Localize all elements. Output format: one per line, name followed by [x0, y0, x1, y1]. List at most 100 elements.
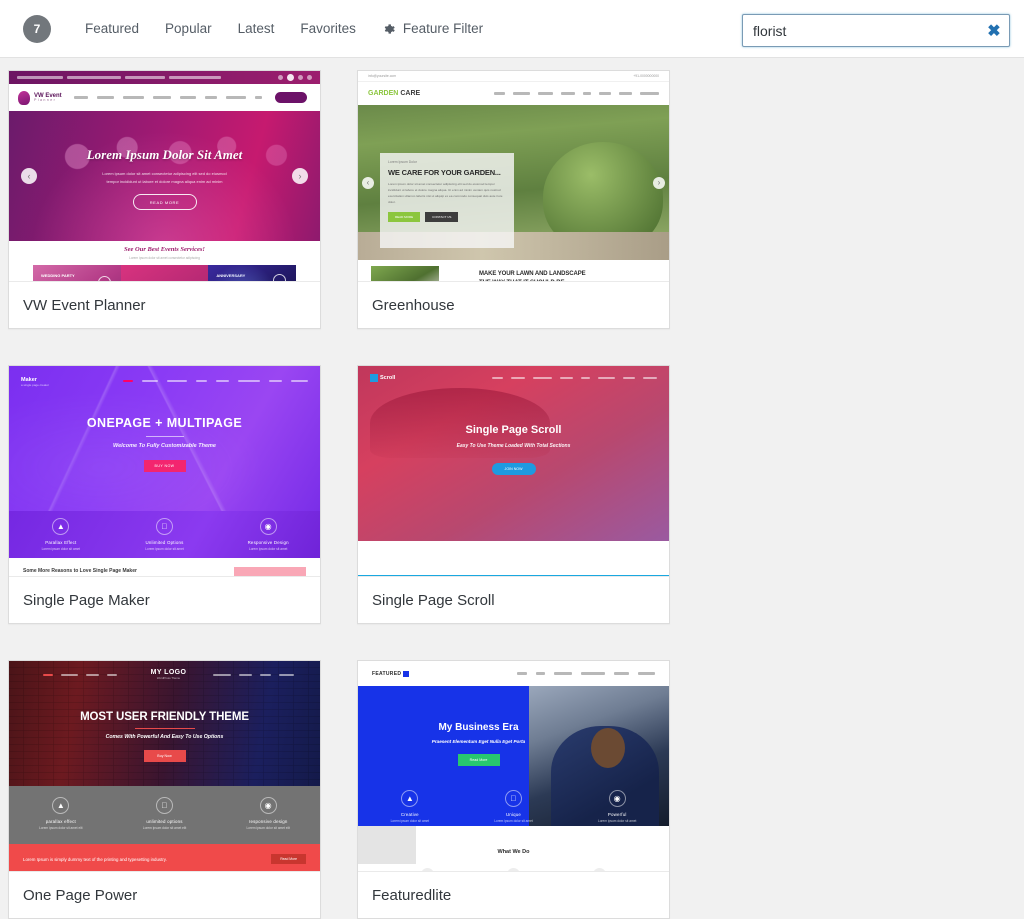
- header-email: info@yoursite.com: [368, 74, 397, 78]
- theme-card[interactable]: FEATURED My Business Era Praesent Elemen…: [357, 660, 670, 919]
- feature-name: Unique: [505, 812, 522, 818]
- hero-title: MOST USER FRIENDLY THEME: [80, 710, 249, 723]
- hero-secondary-button[interactable]: CONTACT US: [425, 211, 459, 222]
- services-tiles: WEDDING PARTY 15 BIRTHDAY PARTY ANNIVERS…: [9, 265, 320, 281]
- cta-bar-button[interactable]: Read More: [271, 854, 306, 864]
- tab-popular[interactable]: Popular: [165, 21, 212, 36]
- hero-title: WE CARE FOR YOUR GARDEN...: [388, 168, 501, 177]
- theme-card[interactable]: info@yoursite.com +91-0000000000 GARDEN …: [357, 70, 670, 329]
- search-input[interactable]: [743, 22, 979, 39]
- hero-cta-button[interactable]: Buy Now: [157, 754, 171, 758]
- feature-filter-button[interactable]: Feature Filter: [382, 21, 483, 36]
- gear-icon: [382, 22, 396, 36]
- feature-desc: Lorem ipsum dolor sit amet elit: [39, 826, 83, 830]
- feature-name: Parallax Effect: [394, 567, 426, 572]
- tab-favorites[interactable]: Favorites: [300, 21, 356, 36]
- hero-cta-button[interactable]: Read More: [470, 758, 488, 762]
- site-hero: Lorem Ipsum Dolor WE CARE FOR YOUR GARDE…: [358, 105, 669, 260]
- site-section: MAKE YOUR LAWN AND LANDSCAPE THE WAY THA…: [358, 260, 669, 281]
- site-logo: Scroll: [380, 375, 396, 381]
- search-box[interactable]: ✖: [742, 14, 1010, 47]
- theme-screenshot: info@yoursite.com +91-0000000000 GARDEN …: [358, 71, 669, 281]
- hero-eyebrow: Lorem Ipsum Dolor: [388, 160, 417, 164]
- site-topbar: [9, 71, 320, 84]
- site-header: VW Event Planner: [9, 84, 320, 111]
- carousel-next-icon[interactable]: ›: [653, 176, 665, 189]
- feature-item: ▲ Parallax Effect Lorem ipsum dolor sit …: [9, 518, 113, 558]
- feature-desc: Lorem ipsum dolor sit amet elit: [142, 826, 187, 830]
- site-logo: GARDEN: [368, 90, 399, 97]
- section-title-line2: THE WAY THAT IT SHOULD BE: [479, 279, 586, 281]
- theme-card[interactable]: VW Event Planner Lorem Ipsum Dolor Sit A…: [8, 70, 321, 329]
- band-placeholder: [234, 566, 306, 576]
- site-hero: MY LOGO WordPress Theme MOST USER FRIEND…: [9, 661, 320, 786]
- theme-title-bar: Featuredlite: [358, 871, 669, 918]
- site-logo-sub: a single page creator: [21, 383, 50, 388]
- carousel-prev-icon[interactable]: ‹: [362, 176, 374, 189]
- feature-name: Parallax Effect: [45, 540, 77, 545]
- theme-screenshot: Scroll Single Page Scroll Easy To Use Th…: [358, 366, 669, 576]
- site-logo-secondary: CARE: [400, 90, 421, 97]
- site-header: FEATURED: [358, 661, 669, 686]
- filter-tabs: Featured Popular Latest Favorites Featur…: [85, 21, 483, 36]
- hero-title: My Business Era: [438, 722, 519, 733]
- header-phone: +91-0000000000: [633, 74, 659, 78]
- features-row: ▲ parallax effect Lorem ipsum dolor sit …: [9, 786, 320, 844]
- theme-name: Single Page Maker: [23, 591, 150, 609]
- hero-title: Lorem Ipsum Dolor Sit Amet: [86, 147, 243, 162]
- features-row: ▲ Creative Lorem ipsum dolor sit amet  …: [358, 790, 669, 824]
- apple-icon: : [156, 797, 173, 814]
- responsive-icon: ◉: [259, 518, 277, 535]
- theme-screenshot: VW Event Planner Lorem Ipsum Dolor Sit A…: [9, 71, 320, 281]
- hero-cta-button[interactable]: JOIN NOW: [505, 467, 523, 471]
- parallax-icon: ▲: [401, 545, 419, 562]
- hero-primary-button[interactable]: READ MORE: [388, 211, 421, 222]
- features-row: ▲ Parallax Effect Lorem ipsum dolor sit …: [9, 511, 320, 558]
- feature-item: ◉ Responsive Design Lorem ipsum dolor: [565, 545, 669, 576]
- site-hero: My Business Era Praesent Elementum Eget …: [358, 686, 669, 826]
- site-band: Some More Reasons to Love Single Page Ma…: [9, 558, 320, 576]
- feature-item:  Unique Lorem ipsum dolor sit amet: [462, 790, 566, 824]
- parallax-icon: ▲: [52, 518, 70, 535]
- theme-card[interactable]: MY LOGO WordPress Theme MOST USER FRIEND…: [8, 660, 321, 919]
- site-header: info@yoursite.com +91-0000000000 GARDEN …: [358, 71, 669, 105]
- site-hero: Scroll Single Page Scroll Easy To Use Th…: [358, 366, 669, 541]
- theme-count-badge: 7: [23, 14, 51, 43]
- theme-grid: VW Event Planner Lorem Ipsum Dolor Sit A…: [8, 70, 1018, 919]
- hero-subtitle: Easy To Use Theme Loaded With Total Sect…: [456, 443, 571, 449]
- cta-bar: Lorem Ipsum is simply dummy text of the …: [9, 844, 320, 871]
- theme-name: One Page Power: [23, 886, 138, 904]
- feature-desc: Lorem ipsum dolor sit amet: [41, 547, 81, 551]
- feature-name: Creative: [400, 812, 419, 818]
- site-logo-sub: Planner: [34, 97, 57, 102]
- site-logo-sub: WordPress Theme: [156, 676, 181, 681]
- hero-cta-button[interactable]: READ MORE: [150, 200, 180, 205]
- feature-name: Responsive Design: [596, 567, 638, 572]
- site-hero: Lorem Ipsum Dolor Sit Amet Lorem ipsum d…: [9, 111, 320, 241]
- section-title-line1: MAKE YOUR LAWN AND LANDSCAPE: [479, 271, 586, 277]
- theme-browser-toolbar: 7 Featured Popular Latest Favorites Feat…: [0, 0, 1024, 58]
- feature-name: Unlimited Options: [145, 540, 184, 545]
- apple-icon: : [505, 790, 522, 808]
- carousel-prev-icon[interactable]: ‹: [21, 168, 37, 184]
- tab-latest[interactable]: Latest: [238, 21, 275, 36]
- theme-name: Greenhouse: [372, 296, 455, 314]
- hero-subtitle: Welcome To Fully Customizable Theme: [113, 443, 216, 450]
- theme-title-bar: Single Page Maker: [9, 576, 320, 623]
- theme-title-bar: One Page Power: [9, 871, 320, 918]
- responsive-icon: ◉: [608, 545, 626, 562]
- feature-filter-label: Feature Filter: [402, 21, 484, 36]
- close-icon[interactable]: ✖: [979, 15, 1009, 46]
- theme-name: Single Page Scroll: [372, 591, 495, 609]
- hero-cta-button[interactable]: BUY NOW: [155, 464, 175, 468]
- site-section: What We Do: [358, 826, 669, 871]
- carousel-next-icon[interactable]: ›: [292, 168, 308, 184]
- theme-name: Featuredlite: [372, 886, 452, 904]
- parallax-icon: ▲: [52, 797, 70, 814]
- theme-card[interactable]: Maker a single page creator ONEPAGE + MU…: [8, 365, 321, 624]
- responsive-icon: ◉: [259, 797, 277, 814]
- theme-title-bar: Single Page Scroll: [358, 576, 669, 623]
- feature-item:  unlimited options Lorem ipsum dolor si…: [113, 797, 217, 844]
- theme-card[interactable]: Scroll Single Page Scroll Easy To Use Th…: [357, 365, 670, 624]
- tab-featured[interactable]: Featured: [85, 21, 139, 36]
